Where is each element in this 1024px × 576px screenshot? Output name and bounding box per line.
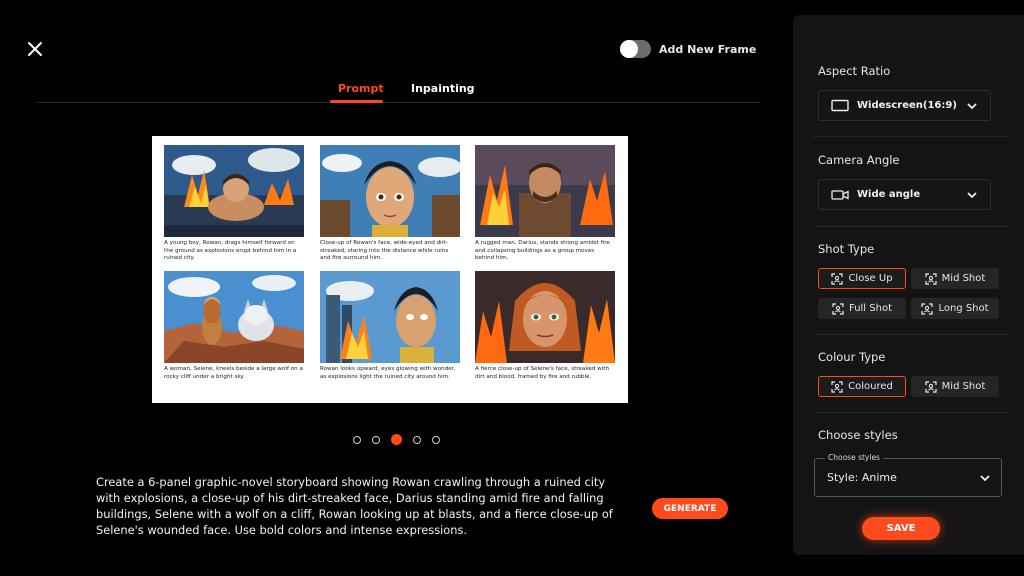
rugged-man-fire-image bbox=[475, 145, 615, 237]
chip-label: Full Shot bbox=[848, 303, 892, 314]
styles-value: Style: Anime bbox=[827, 471, 897, 484]
panel-caption: Close-up of Rowan's face, wide-eyed and … bbox=[320, 240, 449, 262]
frame-focus-icon bbox=[921, 302, 934, 315]
panel-caption: A woman, Selene, kneels beside a large w… bbox=[164, 366, 303, 380]
storyboard-preview: A young boy, Rowan, drags himself forwar… bbox=[152, 136, 628, 403]
woman-face-closeup-image bbox=[475, 271, 615, 363]
panel-caption: A rugged man, Darius, stands strong amid… bbox=[475, 240, 610, 262]
chip-label: Long Shot bbox=[938, 303, 989, 314]
aspect-ratio-value: Widescreen(16:9) bbox=[857, 100, 957, 111]
shot-type-title: Shot Type bbox=[818, 242, 875, 256]
styles-select[interactable]: Choose styles Style: Anime bbox=[814, 453, 1002, 497]
boy-looking-up-image bbox=[320, 271, 460, 363]
shot-type-long-shot[interactable]: Long Shot bbox=[911, 298, 999, 319]
prompt-text[interactable]: Create a 6-panel graphic-novel storyboar… bbox=[96, 474, 616, 538]
aspect-ratio-title: Aspect Ratio bbox=[818, 64, 891, 78]
divider bbox=[813, 226, 1009, 227]
choose-styles-title: Choose styles bbox=[818, 428, 898, 442]
chevron-down-icon bbox=[967, 191, 977, 198]
active-tab-indicator bbox=[330, 100, 383, 103]
styles-legend: Choose styles bbox=[825, 453, 883, 462]
chip-label: Mid Shot bbox=[941, 381, 986, 392]
camera-angle-value: Wide angle bbox=[857, 189, 921, 200]
tab-bar: Prompt Inpainting bbox=[36, 80, 760, 103]
settings-sidebar: Aspect Ratio Widescreen(16:9) Camera Ang… bbox=[793, 15, 1024, 555]
camera-angle-select[interactable]: Wide angle bbox=[818, 179, 991, 210]
divider bbox=[813, 334, 1009, 335]
woman-wolf-cliff-image bbox=[164, 271, 304, 363]
frame-focus-icon bbox=[831, 380, 843, 393]
shot-type-close-up[interactable]: Close Up bbox=[818, 268, 906, 289]
pagination-dot-4[interactable] bbox=[413, 435, 421, 444]
pagination-dot-2[interactable] bbox=[372, 435, 380, 444]
storyboard-panel-2[interactable]: Close-up of Rowan's face, wide-eyed and … bbox=[320, 145, 460, 263]
toggle-knob bbox=[620, 40, 638, 58]
divider bbox=[813, 136, 1009, 137]
tab-prompt[interactable]: Prompt bbox=[338, 82, 384, 95]
chip-label: Coloured bbox=[848, 381, 893, 392]
colour-type-coloured[interactable]: Coloured bbox=[818, 376, 906, 397]
add-new-frame-toggle[interactable] bbox=[620, 40, 651, 58]
close-button[interactable] bbox=[26, 40, 44, 58]
chip-label: Close Up bbox=[848, 273, 893, 284]
storyboard-panel-6[interactable]: A fierce close-up of Selene's face, stre… bbox=[475, 271, 615, 381]
aspect-ratio-select[interactable]: Widescreen(16:9) bbox=[818, 90, 991, 121]
shot-type-mid-shot[interactable]: Mid Shot bbox=[911, 268, 999, 289]
divider bbox=[813, 412, 1009, 413]
storyboard-panel-3[interactable]: A rugged man, Darius, stands strong amid… bbox=[475, 145, 615, 263]
frame-pagination bbox=[353, 434, 440, 445]
chip-label: Mid Shot bbox=[941, 273, 986, 284]
panel-caption: Rowan looks upward, eyes glowing with wo… bbox=[320, 366, 456, 380]
pagination-dot-3[interactable] bbox=[391, 434, 402, 445]
chevron-down-icon bbox=[967, 102, 977, 109]
storyboard-panel-1[interactable]: A young boy, Rowan, drags himself forwar… bbox=[164, 145, 304, 263]
widescreen-icon bbox=[831, 99, 849, 113]
add-new-frame-toggle-group: Add New Frame bbox=[620, 40, 756, 58]
storyboard-panel-4[interactable]: A woman, Selene, kneels beside a large w… bbox=[164, 271, 304, 381]
camera-angle-title: Camera Angle bbox=[818, 153, 900, 167]
colour-type-mid-shot[interactable]: Mid Shot bbox=[911, 376, 999, 397]
frame-focus-icon bbox=[832, 302, 844, 315]
frame-focus-icon bbox=[831, 272, 844, 285]
add-new-frame-label: Add New Frame bbox=[659, 42, 757, 56]
panel-caption: A young boy, Rowan, drags himself forwar… bbox=[164, 240, 297, 262]
pagination-dot-5[interactable] bbox=[432, 435, 440, 444]
storyboard-panel-5[interactable]: Rowan looks upward, eyes glowing with wo… bbox=[320, 271, 460, 381]
generate-button[interactable]: GENERATE bbox=[652, 498, 728, 519]
boy-face-closeup-image bbox=[320, 145, 460, 237]
shot-type-full-shot[interactable]: Full Shot bbox=[818, 298, 906, 319]
pagination-dot-1[interactable] bbox=[353, 435, 361, 444]
camera-icon bbox=[831, 188, 849, 202]
chevron-down-icon bbox=[980, 475, 990, 482]
tab-inpainting[interactable]: Inpainting bbox=[411, 82, 475, 95]
boy-crawling-explosion-image bbox=[164, 145, 304, 237]
colour-type-title: Colour Type bbox=[818, 350, 886, 364]
close-icon bbox=[28, 42, 42, 56]
panel-caption: A fierce close-up of Selene's face, stre… bbox=[475, 366, 610, 380]
save-button[interactable]: SAVE bbox=[862, 517, 940, 540]
frame-focus-icon bbox=[925, 380, 937, 393]
frame-focus-icon bbox=[925, 272, 937, 285]
